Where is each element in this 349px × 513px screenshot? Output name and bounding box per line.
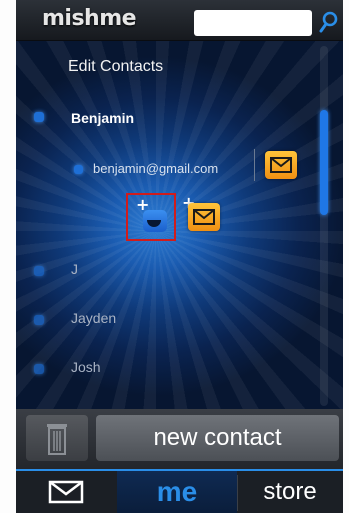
new-contact-button[interactable]: new contact bbox=[96, 415, 339, 461]
tab-store-label: store bbox=[263, 478, 317, 505]
contact-name-benjamin[interactable]: Benjamin bbox=[71, 110, 134, 126]
contact-name-j[interactable]: J bbox=[71, 261, 78, 277]
contact-name-josh[interactable]: Josh bbox=[71, 359, 101, 375]
add-me-button[interactable]: + bbox=[126, 193, 176, 241]
background-rays bbox=[16, 41, 343, 409]
delete-contact-button[interactable] bbox=[26, 415, 88, 461]
contact-bullet bbox=[34, 266, 44, 276]
tab-mail[interactable] bbox=[16, 471, 117, 513]
search-icon[interactable] bbox=[318, 10, 340, 34]
scrollbar[interactable] bbox=[320, 46, 328, 406]
tab-bar: me store bbox=[16, 469, 343, 513]
search-input[interactable] bbox=[194, 10, 312, 36]
envelope-icon bbox=[48, 480, 84, 504]
trash-icon bbox=[47, 424, 67, 455]
scrollbar-thumb[interactable] bbox=[320, 110, 328, 215]
add-email-envelope bbox=[188, 203, 220, 231]
tab-me[interactable]: me bbox=[117, 471, 237, 513]
page-title: Edit Contacts bbox=[68, 58, 164, 75]
contact-name-jayden[interactable]: Jayden bbox=[71, 310, 116, 326]
email-bullet bbox=[74, 165, 83, 174]
contact-bullet bbox=[34, 364, 44, 374]
contacts-panel: Edit Contacts Benjamin benjamin@gmail.co… bbox=[16, 41, 343, 409]
action-bar: new contact bbox=[16, 409, 343, 469]
envelope-icon bbox=[193, 209, 215, 225]
send-email-button[interactable] bbox=[265, 151, 297, 179]
tab-store[interactable]: store bbox=[237, 471, 343, 513]
envelope-icon bbox=[270, 157, 292, 173]
divider bbox=[254, 149, 255, 181]
app-header: mishme bbox=[16, 0, 343, 41]
contact-email[interactable]: benjamin@gmail.com bbox=[93, 161, 218, 176]
me-face-icon bbox=[143, 210, 167, 232]
phone-screen: mishme Edit Contacts Benjamin benjamin@g… bbox=[16, 0, 343, 513]
app-logo: mishme bbox=[42, 6, 137, 31]
tab-me-label: me bbox=[156, 476, 198, 507]
contact-bullet bbox=[34, 112, 44, 122]
contact-bullet bbox=[34, 315, 44, 325]
